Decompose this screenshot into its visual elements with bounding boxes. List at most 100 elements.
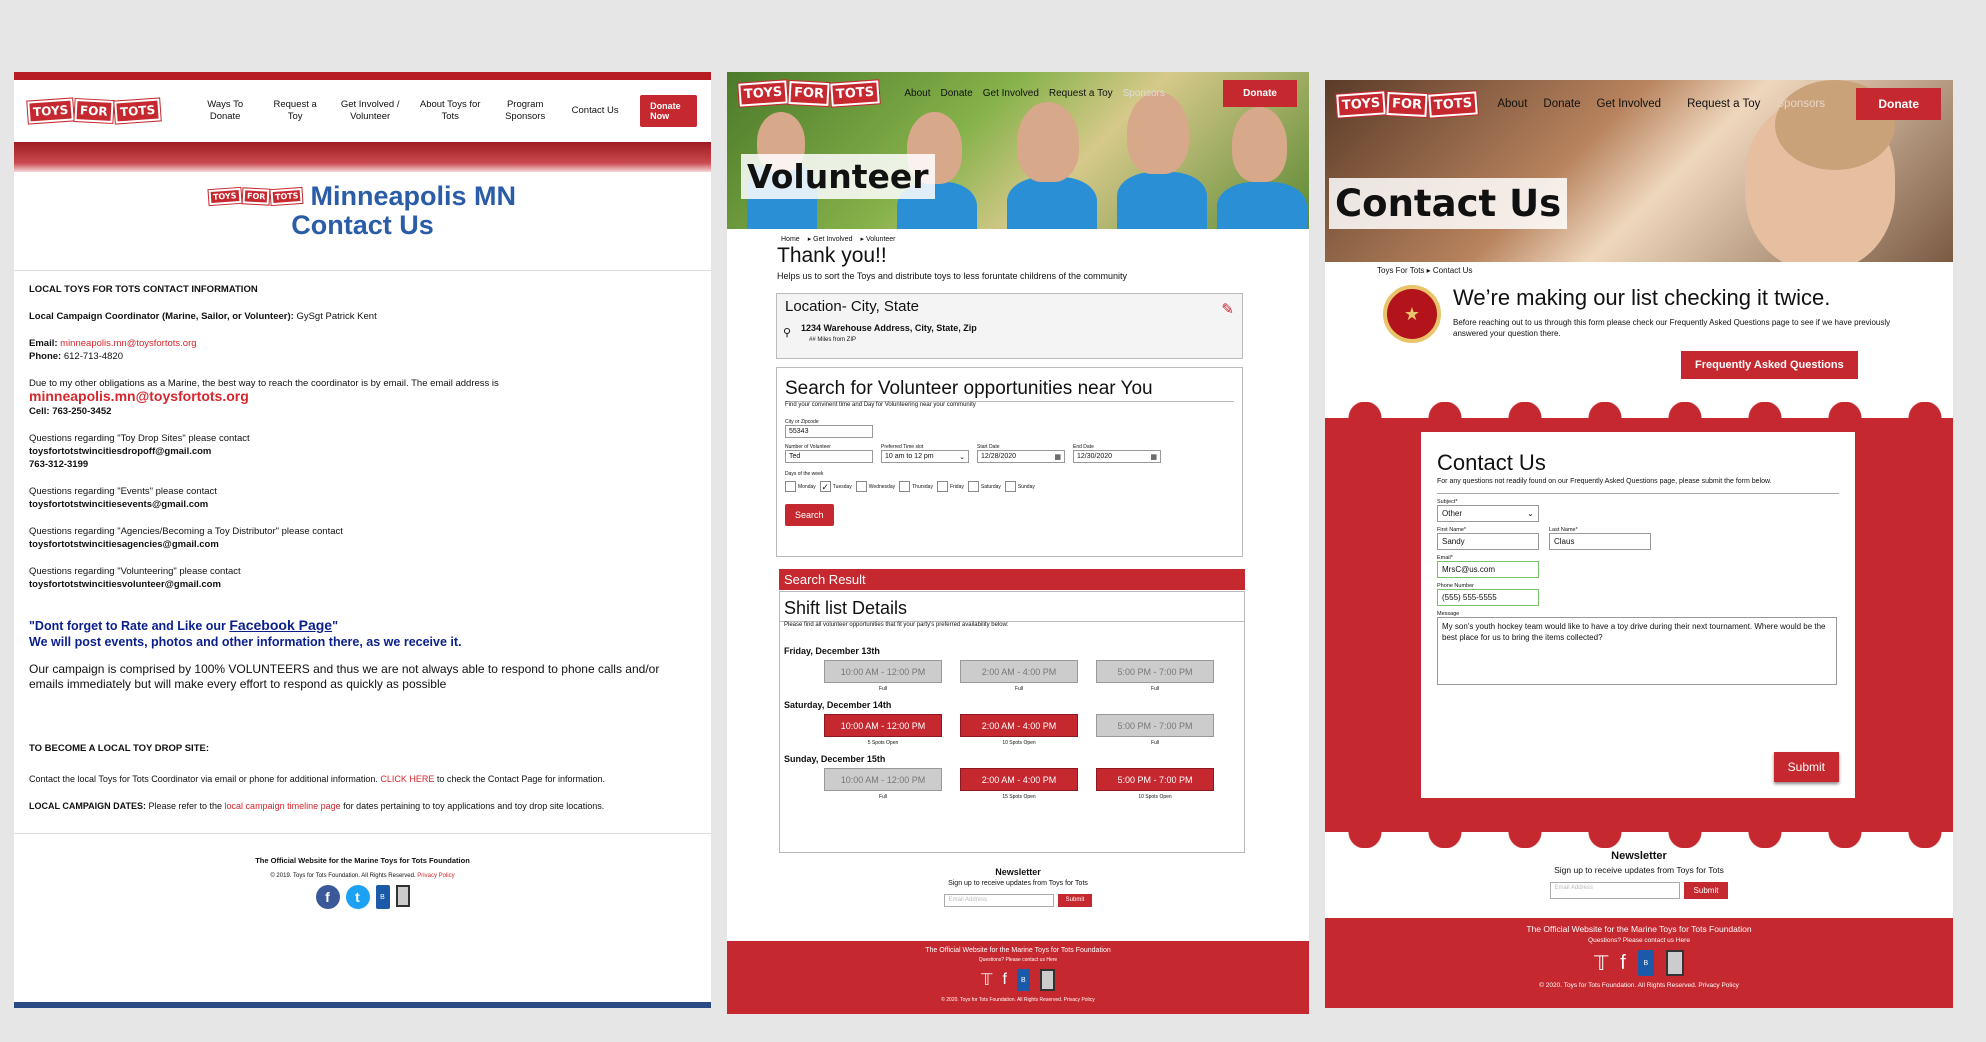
list-subtext: Before reaching out to us through this f… bbox=[1453, 318, 1891, 338]
toys-for-tots-logo[interactable]: TOYS FOR TOTS bbox=[738, 80, 881, 107]
small-logo: TOYS FOR TOTS bbox=[208, 187, 303, 206]
page-title: Volunteer bbox=[741, 154, 935, 199]
timeline-link[interactable]: local campaign timeline page bbox=[225, 801, 341, 811]
dates-text: Please refer to the bbox=[146, 801, 225, 811]
footer-questions[interactable]: Questions? Please contact us Here bbox=[1325, 937, 1953, 944]
faq-button[interactable]: Frequently Asked Questions bbox=[1681, 351, 1858, 379]
checkbox-tuesday[interactable]: ✓ bbox=[819, 481, 831, 492]
time-slot-select[interactable]: 10 am to 12 pm ⌄ bbox=[881, 450, 969, 463]
footer-questions[interactable]: Questions? Please contact us Here bbox=[727, 957, 1309, 963]
campaign-text: Our campaign is comprised by 100% VOLUNT… bbox=[29, 662, 660, 691]
phone-input[interactable]: (555) 555-5555 bbox=[1437, 589, 1539, 606]
nav-get-involved[interactable]: Get Involved bbox=[1597, 98, 1662, 110]
menu-get-involved[interactable]: Get Involved / Volunteer bbox=[330, 99, 410, 123]
contact-body: LOCAL TOYS FOR TOTS CONTACT INFORMATION … bbox=[14, 271, 711, 813]
nav-donate[interactable]: Donate bbox=[1543, 98, 1580, 110]
end-date-input[interactable]: 12/30/2020 ▦ bbox=[1073, 450, 1161, 463]
shift-slot-button[interactable]: 10:00 AM - 12:00 PM bbox=[824, 714, 942, 737]
crumb-home[interactable]: Toys For Tots bbox=[1377, 266, 1424, 275]
first-name-input[interactable]: Sandy bbox=[1437, 533, 1539, 550]
nav-request-toy[interactable]: Request a Toy bbox=[1049, 88, 1113, 99]
privacy-link[interactable]: Privacy Policy bbox=[417, 873, 454, 879]
message-textarea[interactable]: My son's youth hockey team would like to… bbox=[1437, 617, 1837, 685]
donate-button[interactable]: Donate bbox=[1856, 88, 1941, 120]
nav-sponsors[interactable]: Sponsors bbox=[1123, 88, 1165, 99]
donate-button[interactable]: Donate bbox=[1223, 80, 1297, 107]
email-link[interactable]: minneapolis.mn@toysfortots.org bbox=[58, 338, 196, 349]
q-events-email[interactable]: toysfortotstwincitiesevents@gmail.com bbox=[29, 499, 208, 510]
shift-slot-status: 10 Spots Open bbox=[1002, 740, 1036, 746]
bbb-icon[interactable]: B bbox=[375, 885, 390, 909]
pencil-icon[interactable]: ✎ bbox=[1221, 300, 1234, 318]
start-date-input[interactable]: 12/28/2020 ▦ bbox=[977, 450, 1065, 463]
crumb-get-involved[interactable]: Get Involved bbox=[813, 236, 852, 243]
q-dropsites-email[interactable]: toysfortotstwincitiesdropoff@gmail.com bbox=[29, 446, 211, 457]
zip-input[interactable]: 55343 bbox=[785, 425, 873, 438]
nav-donate[interactable]: Donate bbox=[940, 88, 972, 99]
crumb-home[interactable]: Home bbox=[781, 236, 800, 243]
nav-get-involved[interactable]: Get Involved bbox=[983, 88, 1039, 99]
nav-request-toy[interactable]: Request a Toy bbox=[1687, 98, 1760, 110]
dates-text2: for dates pertaining to toy applications… bbox=[340, 801, 605, 811]
shift-slot-button[interactable]: 2:00 AM - 4:00 PM bbox=[960, 714, 1078, 737]
checkbox-sunday[interactable] bbox=[1004, 481, 1016, 492]
footer-title: The Official Website for the Marine Toys… bbox=[255, 856, 470, 865]
shift-slot-button[interactable]: 2:00 AM - 4:00 PM bbox=[960, 768, 1078, 791]
menu-request-toy[interactable]: Request a Toy bbox=[260, 99, 330, 123]
last-name-input[interactable]: Claus bbox=[1549, 533, 1651, 550]
toys-for-tots-logo[interactable]: TOYS FOR TOTS bbox=[1336, 90, 1479, 118]
start-date-value: 12/28/2020 bbox=[981, 453, 1017, 460]
q-agencies-email[interactable]: toysfortotstwincitiesagencies@gmail.com bbox=[29, 539, 219, 550]
main-menu: Ways To Donate Request a Toy Get Involve… bbox=[190, 99, 630, 123]
shift-slot-button: 5:00 PM - 7:00 PM bbox=[1096, 714, 1214, 737]
email-input[interactable]: MrsC@us.com bbox=[1437, 561, 1539, 578]
phone-value: 612-713-4820 bbox=[61, 351, 124, 362]
nav-about[interactable]: About bbox=[904, 88, 930, 99]
checkbox-saturday[interactable] bbox=[967, 481, 979, 492]
checkbox-thursday[interactable] bbox=[899, 481, 911, 492]
donate-now-button[interactable]: Donate Now bbox=[640, 95, 697, 127]
q-volunteer-email[interactable]: toysfortotstwincitiesvolunteer@gmail.com bbox=[29, 579, 221, 590]
badge-icon[interactable] bbox=[1039, 969, 1055, 991]
twitter-icon[interactable]: 𝕋 bbox=[981, 970, 992, 990]
hero-banner: TOYS FOR TOTS About Donate Get Involved Re… bbox=[727, 72, 1309, 229]
menu-about[interactable]: About Toys for Tots bbox=[410, 99, 490, 123]
nav-about[interactable]: About bbox=[1497, 98, 1527, 110]
newsletter-submit-button[interactable]: Submit bbox=[1057, 894, 1093, 907]
checkbox-wednesday[interactable] bbox=[855, 481, 867, 492]
email-big-link[interactable]: minneapolis.mn@toysfortots.org bbox=[29, 388, 249, 404]
twitter-icon[interactable]: 𝕋 bbox=[1594, 951, 1608, 976]
shift-slot-button[interactable]: 5:00 PM - 7:00 PM bbox=[1096, 768, 1214, 791]
menu-sponsors[interactable]: Program Sponsors bbox=[490, 99, 560, 123]
facebook-icon[interactable]: f bbox=[1002, 971, 1006, 989]
shift-slot-button: 2:00 AM - 4:00 PM bbox=[960, 660, 1078, 683]
badge-icon[interactable] bbox=[1665, 950, 1684, 976]
click-here-link[interactable]: CLICK HERE bbox=[380, 774, 434, 784]
checkbox-friday[interactable] bbox=[936, 481, 948, 492]
toys-for-tots-logo[interactable]: TOYS FOR TOTS bbox=[27, 98, 161, 124]
num-volunteers-input[interactable]: Ted bbox=[785, 450, 873, 463]
newsletter-email-input[interactable]: Email Address bbox=[943, 894, 1054, 907]
bbb-icon[interactable]: B bbox=[1637, 950, 1654, 976]
submit-button[interactable]: Submit bbox=[1773, 752, 1839, 782]
twitter-icon[interactable]: t bbox=[345, 885, 370, 909]
checkbox-monday[interactable] bbox=[785, 481, 796, 492]
facebook-icon[interactable]: f bbox=[315, 885, 340, 909]
menu-contact[interactable]: Contact Us bbox=[560, 105, 630, 117]
newsletter-submit-button[interactable]: Submit bbox=[1683, 882, 1729, 899]
cell-text: Cell: 763-250-3452 bbox=[29, 406, 112, 417]
subject-select[interactable]: Other ⌄ bbox=[1437, 505, 1539, 522]
newsletter-email-input[interactable]: Email Address bbox=[1549, 882, 1680, 899]
facebook-page-link[interactable]: Facebook Page bbox=[229, 617, 332, 633]
shift-slot-button: 10:00 AM - 12:00 PM bbox=[824, 768, 942, 791]
menu-ways-to-donate[interactable]: Ways To Donate bbox=[190, 99, 260, 123]
nav-sponsors[interactable]: Sponsors bbox=[1776, 98, 1825, 110]
coord-label: Local Campaign Coordinator (Marine, Sail… bbox=[29, 311, 294, 322]
badge-icon[interactable] bbox=[395, 885, 410, 907]
facebook-icon[interactable]: f bbox=[1620, 952, 1626, 975]
bbb-icon[interactable]: B bbox=[1016, 969, 1030, 991]
footer: The Official Website for the Marine Toys… bbox=[1325, 918, 1953, 1008]
logo-word: TOTS bbox=[270, 187, 303, 206]
search-button[interactable]: Search bbox=[785, 504, 834, 526]
newsletter-title: Newsletter bbox=[995, 867, 1041, 877]
